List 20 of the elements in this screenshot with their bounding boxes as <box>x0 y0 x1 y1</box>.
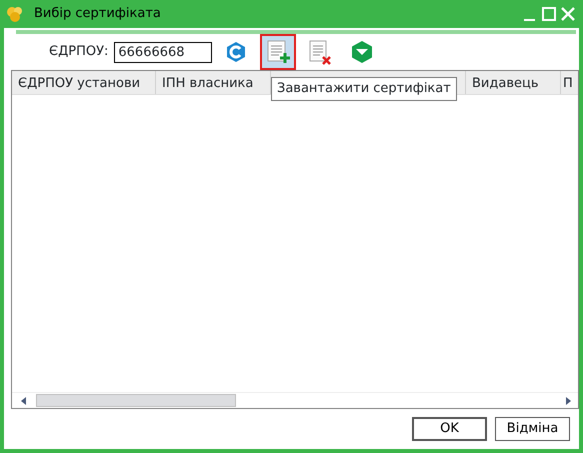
column-header[interactable]: П <box>563 76 573 91</box>
window-title: Вибір сертифіката <box>34 5 161 24</box>
dialog-button[interactable]: OK <box>412 417 487 441</box>
tooltip: Завантажити сертифікат <box>271 77 457 100</box>
column-header[interactable]: ІПН власника <box>162 76 254 91</box>
app-logo-icon <box>6 5 24 23</box>
edrpou-label: ЄДРПОУ: <box>49 43 108 62</box>
add-document-icon <box>265 39 292 65</box>
scroll-left-icon[interactable] <box>20 396 28 406</box>
maximize-icon[interactable] <box>541 6 557 22</box>
filter-icon <box>350 40 374 64</box>
dialog-button[interactable]: Відміна <box>495 417 570 441</box>
horizontal-scrollbar[interactable] <box>12 392 578 408</box>
column-header[interactable]: ЄДРПОУ установи <box>18 76 140 91</box>
edrpou-field[interactable]: 66666668 <box>114 42 212 62</box>
scroll-right-icon[interactable] <box>564 396 572 406</box>
add-document-button[interactable] <box>260 34 296 70</box>
close-icon[interactable] <box>560 6 576 22</box>
delete-document-icon <box>308 39 332 65</box>
column-header[interactable]: Видавець <box>472 76 538 91</box>
